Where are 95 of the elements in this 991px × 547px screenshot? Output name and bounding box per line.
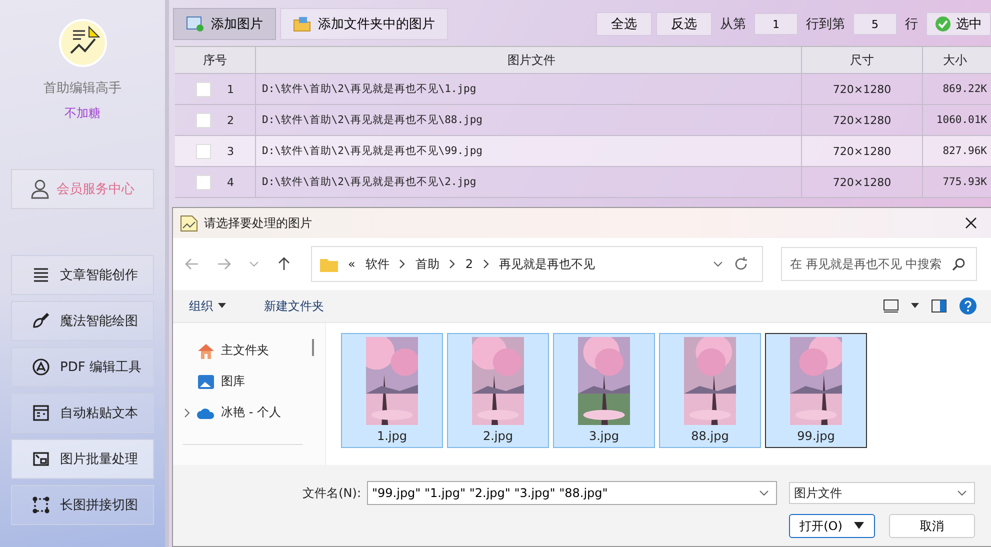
caret-icon[interactable] [911,303,919,309]
nav-item[interactable]: 图库 [173,366,309,397]
row-checkbox[interactable] [196,82,211,96]
caret-icon [218,303,226,309]
column-header: 序号 [175,47,256,73]
refresh-icon[interactable] [734,257,748,271]
sidebar-item[interactable]: 长图拼接切图 [11,485,154,525]
table-cell: D:\软件\首助\2\再见就是再也不见\88.jpg [256,105,802,135]
filetype-dropdown[interactable]: 图片文件 [789,482,975,504]
file-thumbnail[interactable]: 99.jpg [765,333,867,448]
gallery-icon [197,374,215,390]
table-cell: 1 [227,82,234,96]
file-thumbnail[interactable]: 88.jpg [659,333,761,448]
user-icon [30,179,48,199]
table-cell-text: 869.22K [942,82,988,97]
to-label: 行到第 [805,16,846,33]
add-folder-button[interactable]: 添加文件夹中的图片 [280,8,448,40]
file-thumbnail[interactable]: 1.jpg [341,333,443,448]
up-icon[interactable] [277,257,291,271]
table-cell: 3 [227,144,234,158]
chevron-right-icon [449,259,456,269]
nav-item[interactable]: 冰艳 - 个人 [173,397,309,428]
invert-selection-button[interactable]: 反选 [656,12,712,36]
row-label: 行 [904,16,919,33]
nav-item[interactable]: 主文件夹 [173,335,309,366]
file-thumbnail[interactable]: 3.jpg [553,333,655,448]
table-cell: D:\软件\首助\2\再见就是再也不见\1.jpg [256,74,802,104]
add-image-button[interactable]: 添加图片 [173,8,276,40]
breadcrumb-item[interactable]: « [348,257,356,271]
user-name: 不加糖 [64,105,100,122]
new-folder-button[interactable]: 新建文件夹 [258,296,330,316]
table-cell: 4 [227,176,234,188]
home-icon [197,342,215,358]
file-thumbnail[interactable]: 2.jpg [447,333,549,448]
caret-icon [854,522,864,530]
preview-pane-icon[interactable] [931,299,947,313]
check-icon [935,16,951,32]
breadcrumb-item[interactable]: 2 [465,257,473,271]
sidebar-item[interactable]: 图片批量处理 [11,439,154,479]
brush-icon [32,312,50,330]
column-header: 尺寸 [802,47,923,73]
help-icon[interactable] [959,297,977,315]
search-field[interactable]: 在 再见就是再也不见 中搜索 [781,247,977,281]
breadcrumb-item[interactable]: 再见就是再也不见 [498,256,595,272]
row-checkbox[interactable] [196,112,211,128]
open-button[interactable]: 打开(O) [789,514,875,538]
filename-field[interactable]: "99.jpg" "1.jpg" "2.jpg" "3.jpg" "88.jpg" [367,481,777,505]
table-cell: 2 [227,114,234,126]
image-add-icon [186,16,204,32]
app-name: 首助编辑高手 [44,80,122,97]
organize-button[interactable]: 组织 [183,296,232,316]
sidebar-item[interactable]: 文章智能创作 [11,255,154,295]
sidebar-item[interactable]: PDF 编辑工具 [11,347,154,387]
from-row-field[interactable]: 1 [754,13,798,35]
image-file-icon [180,214,198,232]
address-bar[interactable]: « 软件 首助 2 再见就是再也不见 [311,246,763,282]
table-cell-text: 1060.01K [935,113,988,128]
breadcrumb-item[interactable]: 首助 [415,256,440,272]
logo-icon [58,19,106,67]
table-cell: 720×1280 [802,105,923,135]
lines-icon [32,266,50,284]
table-cell: D:\软件\首助\2\再见就是再也不见\99.jpg [256,136,802,166]
select-all-button[interactable]: 全选 [596,12,652,36]
column-header: 大小 [942,52,968,68]
pdf-icon [32,358,50,376]
view-icon[interactable] [883,299,899,313]
table-cell: D:\软件\首助\2\再见就是再也不见\2.jpg [256,167,802,197]
table-cell: 720×1280 [802,167,923,197]
breadcrumb-item[interactable]: 软件 [365,256,390,272]
column-header: 图片文件 [256,47,802,73]
image-icon [32,450,50,468]
sidebar-item[interactable]: 魔法智能绘图 [11,301,154,341]
table-cell-text: 775.93K [942,175,988,190]
from-label: 从第 [719,16,747,33]
folder-icon [293,16,311,32]
table-cell: 720×1280 [802,136,923,166]
search-icon [952,258,965,271]
chevron-right-icon [482,259,489,269]
crop-icon [32,496,50,514]
chevron-right-icon [399,259,406,269]
select-button[interactable]: 选中 [926,12,991,36]
expand-icon[interactable] [183,408,191,418]
cloud-icon [197,406,215,418]
table-cell: 720×1280 [802,74,923,104]
folder-icon [320,256,338,272]
filename-label: 文件名(N): [302,484,361,502]
cancel-button[interactable]: 取消 [889,514,975,538]
to-row-field[interactable]: 5 [853,13,897,35]
card-icon [32,404,50,422]
sidebar-item[interactable]: 自动粘贴文本 [11,393,154,433]
table-cell-text: 827.96K [942,144,988,159]
row-checkbox[interactable] [196,144,211,158]
close-icon [965,217,977,229]
dialog-title: 请选择要处理的图片 [204,214,312,232]
row-checkbox[interactable] [196,174,211,190]
